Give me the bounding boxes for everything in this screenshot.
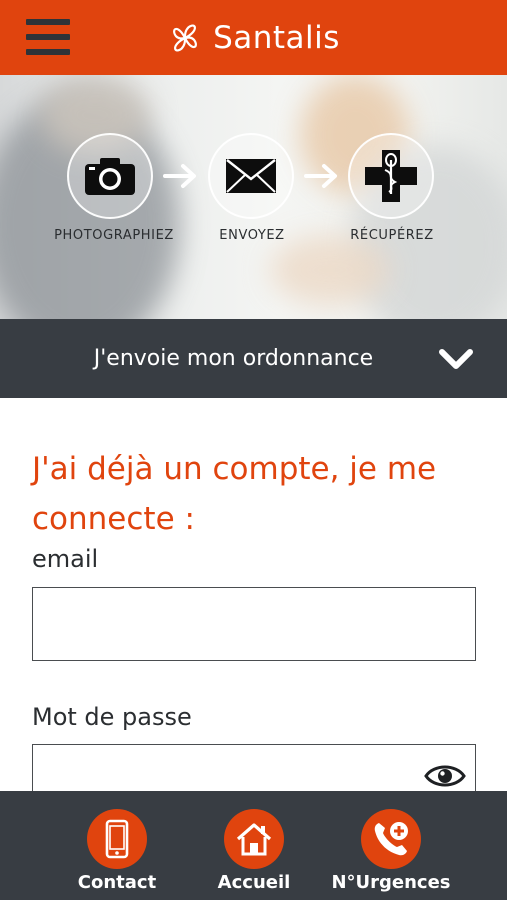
nav-home-circle — [224, 809, 284, 869]
nav-emergency[interactable]: N°Urgences — [326, 791, 456, 900]
step-label-collect: RÉCUPÉREZ — [350, 228, 434, 243]
home-icon — [236, 823, 272, 856]
hamburger-menu-icon[interactable] — [26, 19, 70, 55]
nav-emergency-label: N°Urgences — [331, 872, 451, 893]
app-header: Santalis — [0, 0, 507, 75]
hero-background-shape — [270, 235, 390, 305]
envelope-icon — [226, 159, 276, 193]
login-title: J'ai déjà un compte, je me connecte : — [32, 451, 437, 537]
eye-icon[interactable] — [424, 762, 466, 790]
bottom-navigation: Contact Accueil N°Urgences — [0, 791, 507, 900]
password-label: Mot de passe — [32, 703, 192, 731]
santalis-logo-icon — [173, 24, 198, 51]
brand-name: Santalis — [213, 19, 340, 56]
send-prescription-toggle[interactable]: J'envoie mon ordonnance — [0, 319, 507, 398]
camera-icon — [85, 158, 135, 195]
nav-contact-label: Contact — [77, 872, 157, 893]
step-photograph — [67, 133, 153, 219]
step-label-send: ENVOYEZ — [219, 228, 285, 243]
emergency-phone-icon — [374, 822, 408, 856]
nav-contact[interactable]: Contact — [52, 791, 182, 900]
email-label: email — [32, 545, 99, 573]
nav-home-label: Accueil — [217, 872, 291, 893]
step-send — [208, 133, 294, 219]
phone-icon — [105, 819, 129, 859]
nav-contact-circle — [87, 809, 147, 869]
brand[interactable]: Santalis — [167, 20, 340, 56]
step-collect — [348, 133, 434, 219]
pharmacy-cross-icon — [365, 150, 417, 202]
arrow-right-icon — [304, 164, 337, 188]
hero-banner: PHOTOGRAPHIEZ ENVOYEZ RÉCUPÉREZ — [0, 75, 507, 319]
email-field[interactable] — [32, 587, 476, 661]
step-label-photograph: PHOTOGRAPHIEZ — [54, 228, 174, 243]
arrow-right-icon — [163, 164, 196, 188]
nav-home[interactable]: Accueil — [189, 791, 319, 900]
nav-emergency-circle — [361, 809, 421, 869]
send-prescription-label: J'envoie mon ordonnance — [93, 346, 374, 371]
chevron-down-icon[interactable] — [437, 345, 475, 373]
